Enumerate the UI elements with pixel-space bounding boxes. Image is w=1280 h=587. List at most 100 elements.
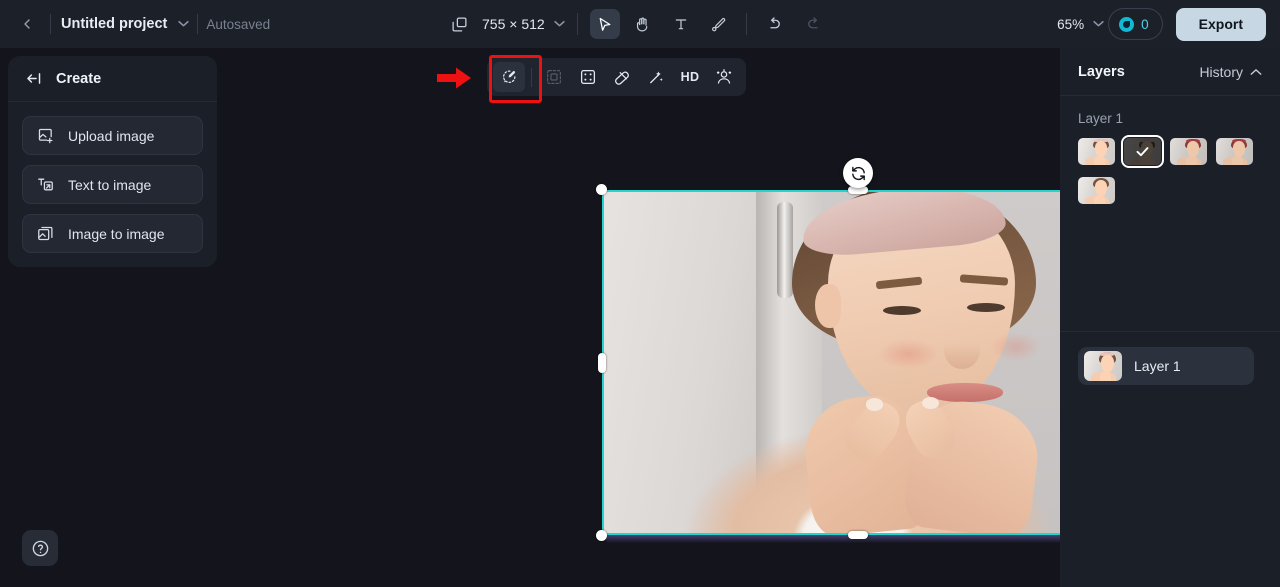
rotate-handle[interactable] — [843, 158, 873, 188]
canvas-size-caret[interactable] — [554, 18, 565, 30]
panel-divider — [1060, 331, 1280, 332]
resize-handle-top-left[interactable] — [596, 184, 607, 195]
image-context-toolbar: HD — [487, 58, 746, 96]
history-thumb-4[interactable] — [1216, 138, 1253, 165]
divider — [531, 68, 532, 87]
credits-count: 0 — [1141, 17, 1149, 32]
create-panel-title: Create — [56, 71, 101, 87]
layer-name: Layer 1 — [1134, 358, 1181, 374]
image-to-image-icon — [37, 225, 54, 242]
hd-label: HD — [681, 70, 700, 84]
canvas-resize-glyph — [451, 16, 468, 33]
resize-handle-bottom-center[interactable] — [848, 531, 868, 539]
chevron-down-icon — [178, 20, 189, 27]
image-to-image-button[interactable]: Image to image — [22, 214, 203, 253]
zoom-level[interactable]: 65% — [1057, 17, 1084, 32]
divider — [746, 13, 747, 35]
layers-title: Layers — [1078, 64, 1125, 80]
collapse-panel-icon[interactable] — [26, 71, 43, 86]
image-to-image-glyph — [37, 225, 54, 242]
cursor-arrow-icon — [596, 16, 613, 33]
brush-tool[interactable] — [704, 9, 734, 39]
magic-wand-tool[interactable] — [640, 62, 672, 92]
create-options-list: Upload image Text to image Image to — [8, 102, 217, 253]
history-thumb-1[interactable] — [1078, 138, 1115, 165]
selected-image-object[interactable] — [602, 190, 1060, 535]
top-bar: Untitled project Autosaved 755 × 512 — [0, 0, 1280, 48]
resize-handle-left-middle[interactable] — [598, 353, 606, 373]
eraser-icon — [613, 68, 631, 86]
history-thumb-2[interactable] — [1124, 138, 1161, 165]
magic-retouch-icon — [500, 68, 518, 86]
redo-button[interactable] — [799, 9, 829, 39]
hand-tool[interactable] — [628, 9, 658, 39]
text-to-image-button[interactable]: Text to image — [22, 165, 203, 204]
upload-image-button[interactable]: Upload image — [22, 116, 203, 155]
layers-panel: Layers History Layer 1 — [1060, 48, 1280, 587]
magic-retouch-tool[interactable] — [493, 62, 525, 92]
crop-expand-tool[interactable] — [538, 62, 570, 92]
zoom-caret[interactable] — [1093, 18, 1104, 30]
history-thumbnails — [1078, 138, 1262, 204]
create-panel: Create Upload image Text to image — [8, 56, 217, 267]
collapse-arrow-glyph — [26, 71, 43, 86]
history-thumb-5[interactable] — [1078, 177, 1115, 204]
chevron-left-icon — [19, 16, 35, 32]
text-tool[interactable] — [666, 9, 696, 39]
retouch-face-tool[interactable] — [708, 62, 740, 92]
credits-badge[interactable]: 0 — [1108, 8, 1163, 40]
project-name[interactable]: Untitled project — [59, 16, 169, 32]
history-toggle[interactable]: History — [1199, 64, 1262, 80]
red-arrow-glyph — [437, 66, 471, 90]
text-to-image-icon — [37, 176, 54, 193]
create-panel-header: Create — [8, 56, 217, 102]
text-to-image-label: Text to image — [68, 177, 151, 193]
redo-arrow-icon — [805, 15, 823, 33]
canvas-controls: 755 × 512 — [448, 0, 829, 48]
help-button[interactable] — [22, 530, 58, 566]
eraser-tool[interactable] — [606, 62, 638, 92]
layers-panel-header: Layers History — [1060, 48, 1280, 96]
select-subject-tool[interactable] — [572, 62, 604, 92]
chevron-up-icon — [1250, 68, 1262, 76]
canvas-area[interactable] — [218, 48, 1060, 587]
project-dropdown-caret[interactable] — [178, 18, 189, 30]
layer-list-item[interactable]: Layer 1 — [1078, 347, 1254, 385]
hand-icon — [634, 16, 651, 33]
image-frame — [602, 190, 1060, 535]
upload-image-label: Upload image — [68, 128, 154, 144]
hd-upscale-tool[interactable]: HD — [674, 62, 706, 92]
autosave-status: Autosaved — [206, 17, 270, 32]
history-thumb-selected-check — [1124, 138, 1161, 165]
canvas-photo — [604, 192, 1060, 533]
divider — [50, 14, 51, 34]
undo-arrow-icon — [765, 15, 783, 33]
history-group-label: Layer 1 — [1078, 111, 1262, 126]
text-to-image-glyph — [37, 176, 54, 193]
magic-wand-icon — [647, 68, 665, 86]
image-to-image-label: Image to image — [68, 226, 165, 242]
canvas-size-value[interactable]: 755 × 512 — [482, 16, 545, 32]
history-section: Layer 1 — [1060, 96, 1280, 204]
chevron-down-icon — [1093, 20, 1104, 27]
image-drop-shadow — [606, 535, 1060, 543]
resize-handle-bottom-left[interactable] — [596, 530, 607, 541]
chevron-down-icon — [554, 20, 565, 27]
history-thumb-3[interactable] — [1170, 138, 1207, 165]
history-label: History — [1199, 64, 1243, 80]
red-arrow-icon — [437, 66, 471, 90]
canvas-resize-icon[interactable] — [448, 13, 470, 35]
face-retouch-icon — [715, 68, 733, 86]
text-t-icon — [673, 16, 689, 32]
layer-thumbnail — [1084, 351, 1122, 381]
question-mark-icon — [31, 539, 50, 558]
rotate-refresh-icon — [850, 165, 867, 182]
select-tool[interactable] — [590, 9, 620, 39]
divider — [577, 13, 578, 35]
back-button[interactable] — [12, 9, 42, 39]
export-button[interactable]: Export — [1176, 8, 1266, 41]
undo-button[interactable] — [759, 9, 789, 39]
brush-icon — [710, 16, 727, 33]
credit-coin-icon — [1119, 17, 1134, 32]
check-icon — [1135, 144, 1150, 159]
